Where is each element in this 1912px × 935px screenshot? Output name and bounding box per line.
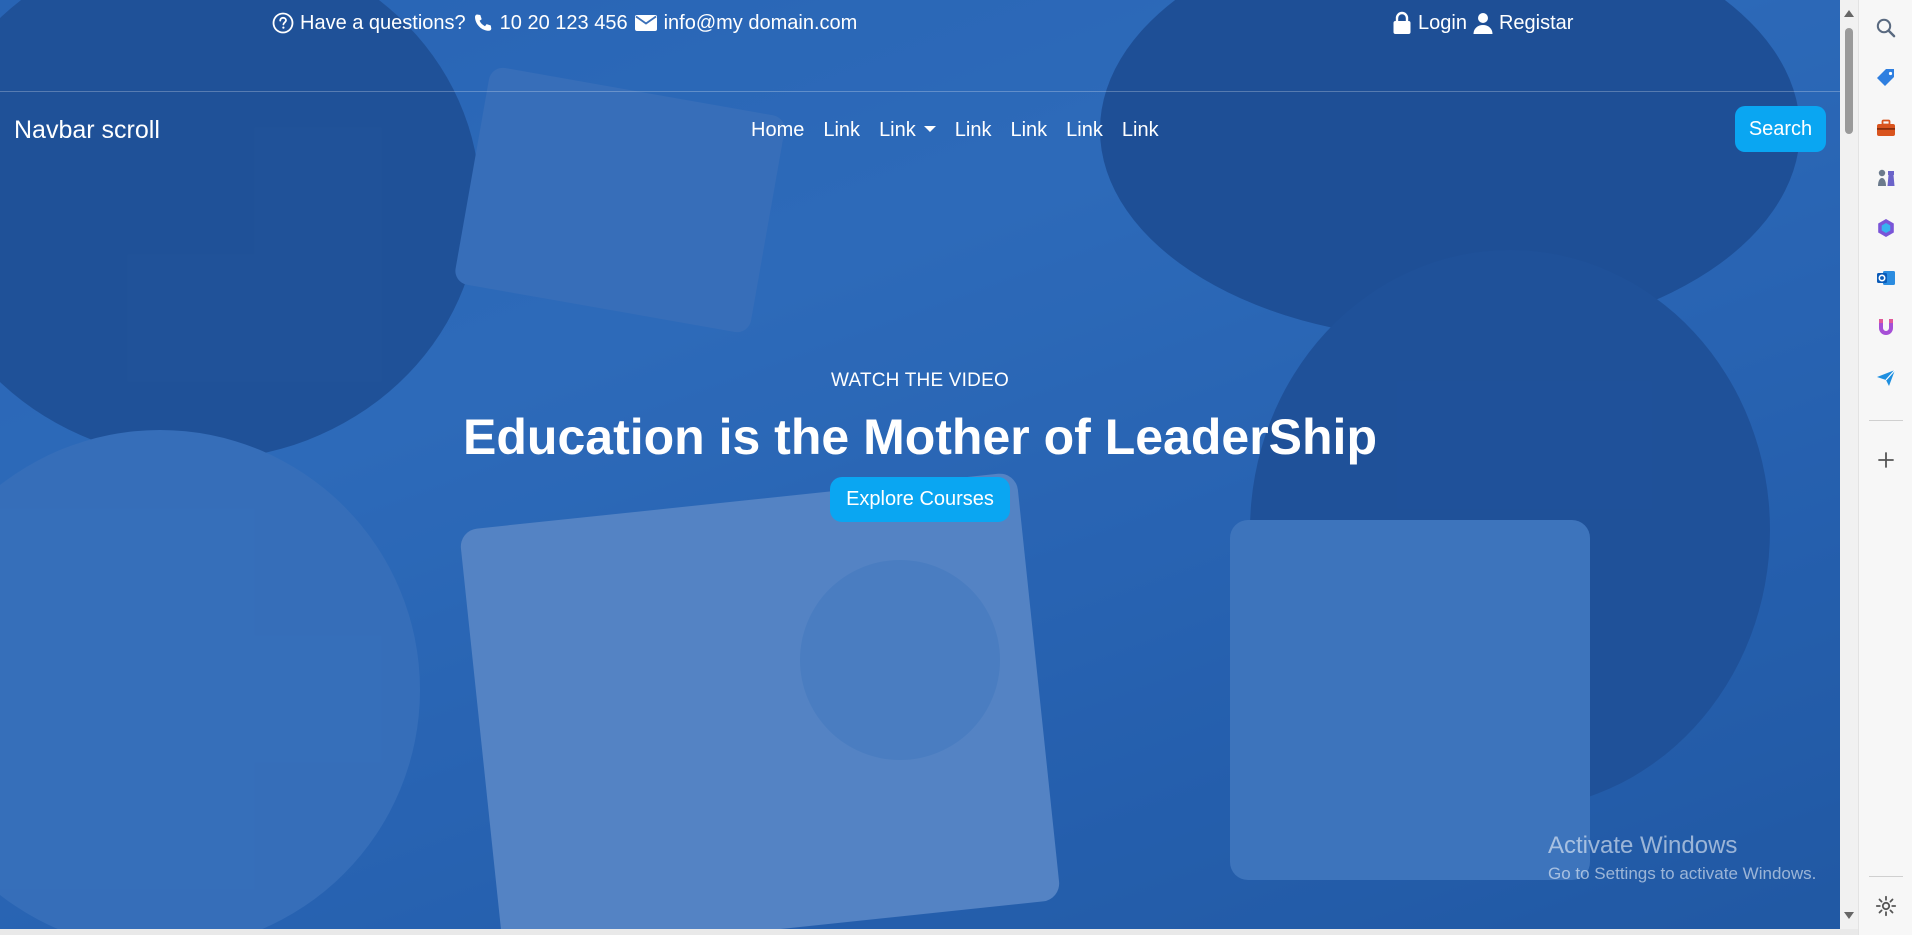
email-address: info@my domain.com xyxy=(663,11,858,34)
nav-link-5[interactable]: Link xyxy=(1057,119,1113,142)
question-circle-icon xyxy=(272,12,294,34)
tag-icon[interactable] xyxy=(1872,64,1900,92)
chess-icon[interactable] xyxy=(1872,164,1900,192)
register-label: Registar xyxy=(1498,11,1574,34)
sidebar-divider-bottom xyxy=(1869,876,1903,877)
phone-number: 10 20 123 456 xyxy=(499,11,628,34)
nav-dropdown-link[interactable]: Link xyxy=(870,119,946,142)
hero-background: Have a questions? 10 20 123 456 info@my … xyxy=(0,0,1840,929)
outlook-icon[interactable] xyxy=(1872,264,1900,292)
user-icon xyxy=(1473,12,1493,34)
question-text: Have a questions? xyxy=(300,11,466,34)
contact-topbar: Have a questions? 10 20 123 456 info@my … xyxy=(0,0,1840,92)
settings-icon[interactable] xyxy=(1872,892,1900,920)
login-link[interactable]: Login xyxy=(1392,11,1467,35)
phone-icon xyxy=(472,12,494,34)
sidebar-divider xyxy=(1869,420,1903,421)
nav-dropdown-label: Link xyxy=(879,119,916,141)
explore-courses-button[interactable]: Explore Courses xyxy=(830,477,1010,522)
activate-windows-watermark: Activate Windows Go to Settings to activ… xyxy=(1548,832,1816,884)
nav-link-4[interactable]: Link xyxy=(1001,119,1057,142)
email-link[interactable]: info@my domain.com xyxy=(634,11,858,35)
copilot-icon[interactable] xyxy=(1872,214,1900,242)
toolbox-icon[interactable] xyxy=(1872,114,1900,142)
watermark-subtitle: Go to Settings to activate Windows. xyxy=(1548,864,1817,883)
nav-link-6[interactable]: Link xyxy=(1112,119,1168,142)
scroll-up-arrow[interactable] xyxy=(1844,10,1854,17)
search-icon[interactable] xyxy=(1872,14,1900,42)
watermark-title: Activate Windows xyxy=(1548,832,1738,859)
add-icon[interactable] xyxy=(1872,446,1900,474)
nav-link-3[interactable]: Link xyxy=(945,119,1001,142)
phone-link[interactable]: 10 20 123 456 xyxy=(472,12,628,35)
caret-down-icon xyxy=(923,125,936,132)
browser-sidebar xyxy=(1858,0,1912,935)
scroll-down-arrow[interactable] xyxy=(1844,912,1854,919)
lock-icon xyxy=(1392,11,1412,35)
send-icon[interactable] xyxy=(1872,364,1900,392)
magnet-icon[interactable] xyxy=(1872,314,1900,342)
login-label: Login xyxy=(1418,11,1467,34)
window-bottom-edge xyxy=(0,929,1858,935)
scroll-thumb[interactable] xyxy=(1845,28,1853,134)
navbar-brand[interactable]: Navbar scroll xyxy=(14,116,160,145)
search-button[interactable]: Search xyxy=(1735,106,1826,152)
nav-link-1[interactable]: Link xyxy=(814,119,870,142)
nav-links: Home Link Link Link Link Link Link xyxy=(751,119,1168,142)
hero-headline: Education is the Mother of LeaderShip xyxy=(463,409,1377,465)
question-item: Have a questions? xyxy=(272,12,466,35)
nav-link-home[interactable]: Home xyxy=(751,119,814,142)
register-link[interactable]: Registar xyxy=(1473,12,1573,35)
hero-content: WATCH THE VIDEO Education is the Mother … xyxy=(0,370,1840,522)
envelope-icon xyxy=(634,13,658,33)
watch-video-link[interactable]: WATCH THE VIDEO xyxy=(0,370,1840,392)
main-navbar: Navbar scroll Home Link Link Link Link L… xyxy=(0,106,1840,156)
page-scrollbar[interactable] xyxy=(1840,0,1858,929)
